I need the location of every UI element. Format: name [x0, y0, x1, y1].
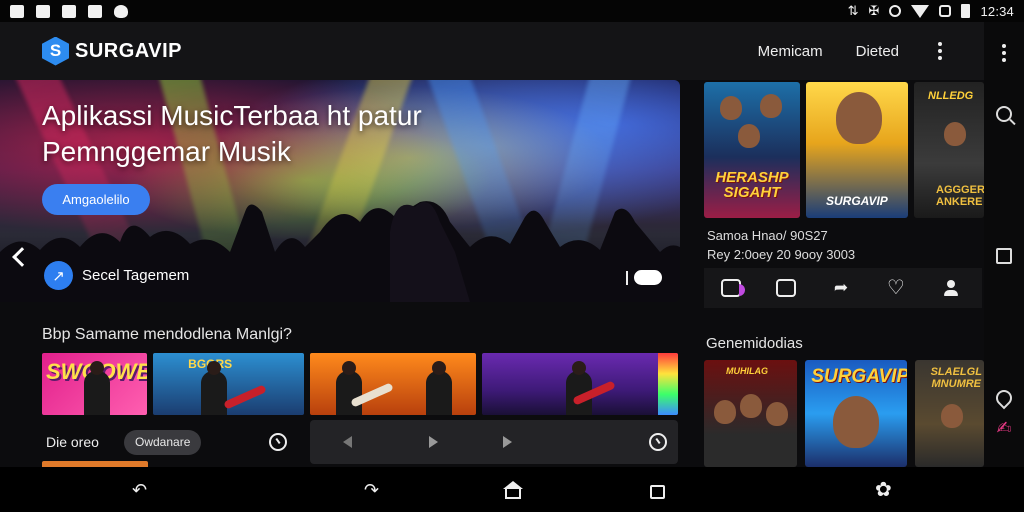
face-graphic: [944, 122, 966, 146]
poster-title: SURGAVIP: [826, 194, 888, 208]
document-icon: [88, 4, 102, 18]
poster-card[interactable]: SLAELGL MNUMRE: [914, 360, 984, 467]
system-nav-bar: ↶ ↷ ✿: [0, 467, 1024, 512]
window-icon[interactable]: [996, 248, 1012, 264]
toggle-switch[interactable]: [634, 270, 662, 285]
previous-icon[interactable]: [343, 436, 352, 448]
wifi-icon: [911, 4, 930, 18]
album-tile[interactable]: SWGOWB: [42, 353, 148, 415]
album-tiles: SWGOWB BGGRS: [42, 353, 678, 415]
puzzle-icon: [114, 4, 128, 18]
play-icon[interactable]: [503, 436, 512, 448]
poster-card[interactable]: SURGAVIP: [805, 360, 907, 467]
poster-subtitle: AGGGER ANKERE: [936, 184, 984, 208]
clock: 12:34: [980, 3, 1014, 19]
profile-icon[interactable]: [941, 279, 961, 297]
battery-icon: [961, 4, 971, 18]
vibrate-icon: ⇅: [847, 3, 859, 18]
status-right-icons: ⇅ ✠ 12:34: [848, 3, 1014, 19]
poster-card[interactable]: HERASHP SIGAHT: [704, 82, 800, 218]
artist-figure: [84, 361, 110, 415]
clock-icon[interactable]: [269, 433, 288, 451]
heart-icon[interactable]: ♡: [886, 278, 906, 298]
featured-posters: HERASHP SIGAHT SURGAVIP NLLEDG AGGGER AN…: [704, 82, 984, 218]
hero-chip-label: Secel Tagemem: [82, 267, 190, 284]
divider: [626, 270, 628, 285]
photo-icon: [36, 4, 50, 18]
action-bar: ➦ ♡: [704, 268, 982, 308]
hero-chip[interactable]: ↗ Secel Tagemem: [44, 261, 189, 290]
artist-figure: [335, 361, 362, 415]
app-header: S SURGAVIP Memicam Dieted: [0, 22, 984, 80]
playlist-icon[interactable]: [721, 279, 746, 297]
nav-item-1[interactable]: Memicam: [758, 43, 823, 60]
hero-cta-button[interactable]: Amgaolelilo: [42, 184, 150, 215]
app-logo[interactable]: S SURGAVIP: [42, 36, 182, 66]
signal-icon: [939, 5, 952, 17]
recent-apps-icon[interactable]: ↷: [364, 481, 379, 499]
app-icon: [10, 4, 24, 18]
track-meta: Samoa Hnao/ 90S27 Rey 2:0oey 20 9ooy 300…: [707, 226, 855, 264]
sync-icon: [889, 5, 902, 17]
section-title: Bbp Samame mendodlena Manlgi?: [42, 326, 292, 343]
arrow-icon: ↗: [44, 261, 73, 290]
status-bar: ⇅ ✠ 12:34: [0, 0, 1024, 22]
overview-icon[interactable]: [650, 485, 665, 499]
more-menu-icon[interactable]: [938, 42, 942, 60]
artist-figure: [201, 361, 228, 415]
face-graphic: [940, 404, 963, 428]
face-graphic: [720, 96, 742, 120]
poster-card[interactable]: SURGAVIP: [806, 82, 908, 218]
hero-toggle[interactable]: [626, 270, 662, 285]
image-icon: [62, 4, 76, 18]
side-rail: ✍: [984, 22, 1024, 467]
album-tile[interactable]: [481, 353, 678, 415]
playback-bar: [310, 420, 678, 464]
face-graphic: [738, 124, 760, 148]
album-tile[interactable]: BGGRS: [153, 353, 304, 415]
search-icon[interactable]: [996, 106, 1012, 122]
alarm-icon: ✠: [868, 3, 880, 18]
location-icon[interactable]: [992, 386, 1016, 410]
queue-icon[interactable]: [776, 279, 797, 297]
rail-more-icon[interactable]: [1002, 44, 1006, 62]
artist-figure: [425, 361, 452, 415]
hero-title: Aplikassi MusicTerbaa ht patur Pemnggema…: [42, 100, 422, 167]
share-icon[interactable]: ➦: [831, 279, 851, 297]
poster-card[interactable]: MUHILAG: [704, 360, 798, 467]
face-graphic: [760, 94, 782, 118]
poster-title: SURGAVIP: [811, 366, 907, 387]
face-graphic: [766, 402, 788, 426]
poster-card[interactable]: NLLEDG AGGGER ANKERE: [914, 82, 984, 218]
meta-line-2: Rey 2:0oey 20 9ooy 3003: [707, 247, 856, 262]
album-tile[interactable]: [309, 353, 476, 415]
top-nav: Memicam Dieted: [758, 42, 942, 60]
poster-title: HERASHP SIGAHT: [715, 169, 789, 201]
guitar-graphic: [223, 384, 267, 410]
timer-icon[interactable]: [649, 433, 667, 451]
filter-pill[interactable]: Owdanare: [124, 429, 202, 455]
next-icon[interactable]: [429, 436, 438, 448]
poster-title: MUHILAG: [726, 366, 768, 376]
music-share-icon[interactable]: ✍: [996, 419, 1012, 437]
section-title-2: Genemidodias: [706, 335, 803, 352]
meta-line-1: Samoa Hnao/ 90S27: [707, 228, 828, 243]
back-icon[interactable]: ↶: [132, 481, 147, 499]
settings-icon[interactable]: ✿: [875, 480, 892, 500]
genre-posters: MUHILAG SURGAVIP SLAELGL MNUMRE: [704, 360, 984, 467]
logo-icon: S: [42, 36, 69, 66]
control-label: Die oreo: [46, 434, 99, 450]
home-icon[interactable]: [503, 481, 523, 499]
nav-item-2[interactable]: Dieted: [856, 43, 899, 60]
poster-title: NLLEDG: [928, 90, 974, 102]
face-graphic: [836, 92, 882, 144]
hero-banner[interactable]: Aplikassi MusicTerbaa ht patur Pemnggema…: [0, 80, 680, 302]
brand-name: SURGAVIP: [75, 39, 182, 62]
face-graphic: [714, 400, 736, 424]
face-graphic: [740, 394, 762, 418]
poster-title: SLAELGL MNUMRE: [930, 366, 982, 390]
status-left-icons: [10, 4, 128, 18]
player-controls: Die oreo Owdanare: [42, 420, 678, 464]
face-graphic: [833, 396, 880, 448]
